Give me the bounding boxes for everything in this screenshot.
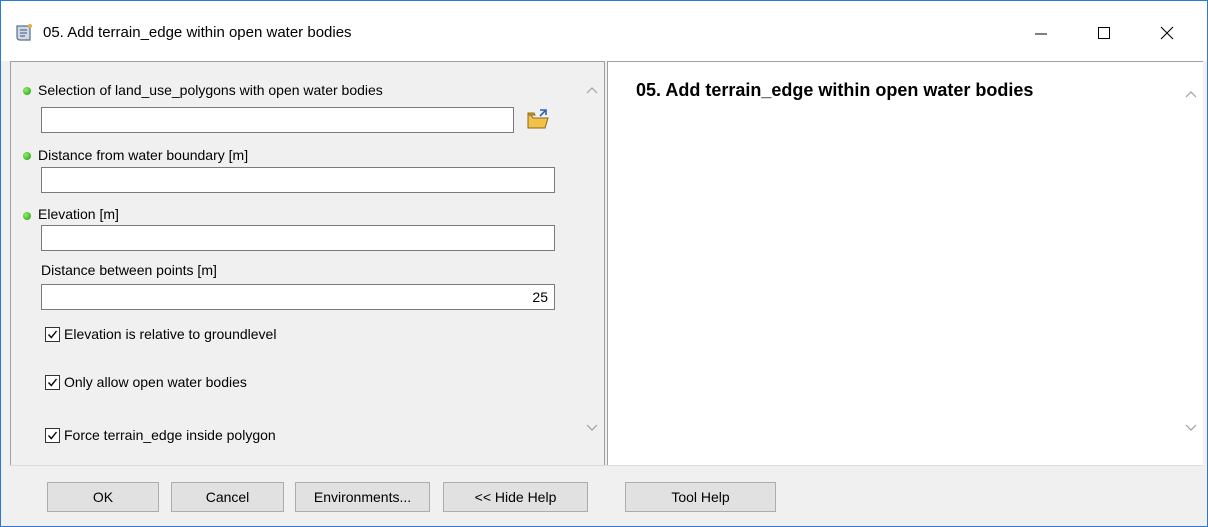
scroll-up-icon xyxy=(1185,91,1197,98)
help-title: 05. Add terrain_edge within open water b… xyxy=(636,80,1034,100)
checkmark-icon xyxy=(47,431,58,440)
open-folder-icon xyxy=(527,109,549,129)
hide-help-button[interactable]: << Hide Help xyxy=(443,482,588,512)
checkbox-force-inside-polygon[interactable]: Force terrain_edge inside polygon xyxy=(45,427,276,443)
checkbox-label: Only allow open water bodies xyxy=(64,374,247,390)
help-scrollbar[interactable] xyxy=(1180,62,1202,464)
checkbox-label: Force terrain_edge inside polygon xyxy=(64,427,276,443)
checkmark-icon xyxy=(47,378,58,387)
required-indicator-icon xyxy=(23,87,31,95)
maximize-button[interactable] xyxy=(1081,11,1127,55)
checkbox-elevation-relative[interactable]: Elevation is relative to groundlevel xyxy=(45,326,276,342)
required-indicator-icon xyxy=(23,212,31,220)
maximize-icon xyxy=(1098,27,1110,39)
checkbox-box[interactable] xyxy=(45,326,60,342)
help-pane: 05. Add terrain_edge within open water b… xyxy=(607,61,1203,465)
browse-button[interactable] xyxy=(523,105,553,135)
required-indicator-icon xyxy=(23,152,31,160)
checkbox-box[interactable] xyxy=(45,427,60,443)
ok-button[interactable]: OK xyxy=(47,482,159,512)
minimize-button[interactable] xyxy=(1018,11,1064,55)
cancel-button[interactable]: Cancel xyxy=(171,482,284,512)
parameters-pane: Selection of land_use_polygons with open… xyxy=(10,61,604,465)
checkbox-box[interactable] xyxy=(45,374,60,390)
param-label-elevation: Elevation [m] xyxy=(38,206,119,222)
bottom-separator xyxy=(10,465,1203,466)
distance-from-boundary-input[interactable] xyxy=(41,167,555,193)
scroll-up-icon xyxy=(586,87,598,94)
window-title: 05. Add terrain_edge within open water b… xyxy=(43,24,352,41)
title-bar[interactable]: 05. Add terrain_edge within open water b… xyxy=(1,1,1207,61)
close-icon xyxy=(1160,26,1174,40)
param-label-distance-from-boundary: Distance from water boundary [m] xyxy=(38,147,249,163)
land-use-polygons-input[interactable] xyxy=(41,107,514,133)
param-label-land-use-polygons: Selection of land_use_polygons with open… xyxy=(38,82,383,98)
checkbox-only-open-water[interactable]: Only allow open water bodies xyxy=(45,374,247,390)
close-button[interactable] xyxy=(1144,11,1190,55)
checkbox-label: Elevation is relative to groundlevel xyxy=(64,326,277,342)
checkmark-icon xyxy=(47,330,58,339)
elevation-input[interactable] xyxy=(41,225,555,251)
minimize-icon xyxy=(1035,33,1047,35)
tool-dialog-window: 05. Add terrain_edge within open water b… xyxy=(0,0,1208,527)
scroll-down-icon xyxy=(1185,424,1197,431)
toolbox-script-icon xyxy=(13,22,35,44)
scroll-down-icon xyxy=(586,424,598,431)
param-label-distance-between-points: Distance between points [m] xyxy=(41,262,217,278)
distance-between-points-input[interactable] xyxy=(41,284,555,310)
environments-button[interactable]: Environments... xyxy=(295,482,430,512)
parameters-scrollbar[interactable] xyxy=(581,62,603,464)
tool-help-button[interactable]: Tool Help xyxy=(625,482,776,512)
